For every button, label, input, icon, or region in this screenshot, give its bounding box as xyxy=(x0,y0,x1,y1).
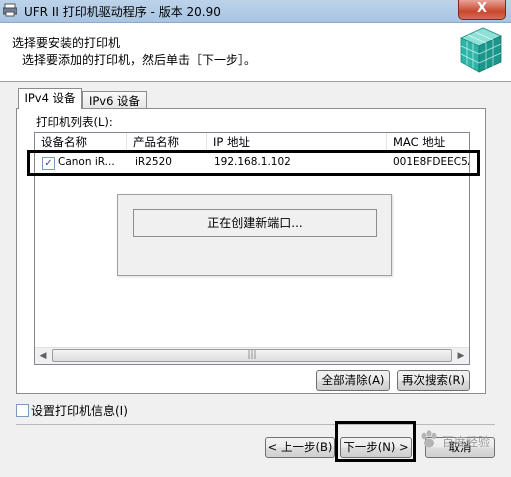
watermark-text: 百度经验 xyxy=(442,435,491,449)
window-title: UFR II 打印机驱动程序 - 版本 20.90 xyxy=(24,5,221,19)
printer-cube-logo-icon xyxy=(460,27,502,73)
page-title: 选择要安装的打印机 xyxy=(12,36,121,50)
printer-info-checkbox[interactable] xyxy=(16,404,29,417)
tab-ipv4[interactable]: IPv4 设备 xyxy=(18,88,82,109)
wizard-header: 选择要安装的打印机 选择要添加的打印机，然后单击［下一步］。 xyxy=(0,23,511,82)
highlight-box-printer-row xyxy=(27,150,480,176)
tab-ipv6[interactable]: IPv6 设备 xyxy=(82,91,147,109)
watermark: 百度经验 xyxy=(418,421,510,461)
scroll-left-arrow-icon[interactable]: ◀ xyxy=(35,348,51,364)
scroll-thumb[interactable]: ||| xyxy=(52,349,452,362)
clear-all-button[interactable]: 全部清除(A) xyxy=(316,370,390,391)
page-subtitle: 选择要添加的打印机，然后单击［下一步］。 xyxy=(22,53,257,67)
progress-dialog: 正在创建新端口... xyxy=(117,194,392,276)
title-bar[interactable]: UFR II 打印机驱动程序 - 版本 20.90 X xyxy=(0,0,511,23)
horizontal-scrollbar[interactable]: ◀ ||| ▶ xyxy=(35,347,469,364)
search-again-button[interactable]: 再次搜索(R) xyxy=(397,370,470,391)
paw-watermark-icon xyxy=(421,430,437,448)
printer-list-label: 打印机列表(L): xyxy=(36,115,113,129)
progress-message: 正在创建新端口... xyxy=(133,209,377,237)
back-button[interactable]: < 上一步(B) xyxy=(265,437,335,458)
highlight-box-next-button xyxy=(335,421,416,462)
close-button[interactable]: X xyxy=(458,0,506,20)
printer-app-icon xyxy=(3,3,17,17)
printer-info-label: 设置打印机信息(I) xyxy=(31,404,128,418)
scroll-right-arrow-icon[interactable]: ▶ xyxy=(453,348,469,364)
